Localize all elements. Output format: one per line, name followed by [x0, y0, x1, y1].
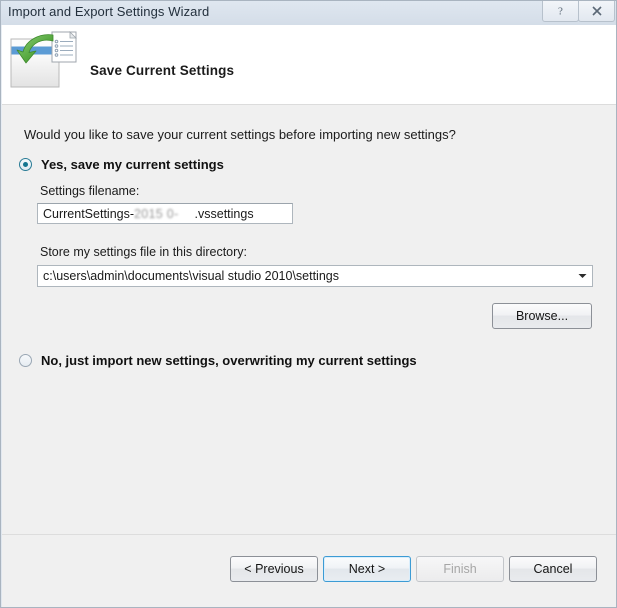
radio-label-yes-save: Yes, save my current settings [41, 157, 224, 172]
settings-filename-input[interactable]: CurrentSettings-2015 0- .vssettings [37, 203, 293, 224]
previous-button[interactable]: < Previous [230, 556, 318, 582]
wizard-footer: < Previous Next > Finish Cancel Lzl678 [2, 534, 616, 607]
settings-directory-value: c:\users\admin\documents\visual studio 2… [43, 269, 339, 283]
wizard-body: Would you like to save your current sett… [2, 105, 616, 534]
page-title: Save Current Settings [90, 63, 235, 78]
window-title: Import and Export Settings Wizard [8, 4, 210, 19]
radio-icon-unselected[interactable] [19, 354, 32, 367]
filename-prefix: CurrentSettings- [43, 207, 135, 221]
caption-button-group: ? [542, 1, 615, 22]
cancel-button[interactable]: Cancel [509, 556, 597, 582]
radio-icon-selected[interactable] [19, 158, 32, 171]
title-bar: Import and Export Settings Wizard ? [1, 1, 616, 25]
chevron-down-icon[interactable] [572, 266, 592, 286]
filename-extension: .vssettings [194, 207, 254, 221]
prompt-text: Would you like to save your current sett… [24, 127, 456, 142]
radio-option-yes-save[interactable]: Yes, save my current settings [19, 157, 224, 172]
settings-filename-label: Settings filename: [40, 184, 140, 198]
svg-text:?: ? [558, 6, 563, 18]
next-button[interactable]: Next > [323, 556, 411, 582]
settings-directory-label: Store my settings file in this directory… [40, 245, 248, 259]
radio-label-no-overwrite: No, just import new settings, overwritin… [41, 353, 417, 368]
settings-directory-combobox[interactable]: c:\users\admin\documents\visual studio 2… [37, 265, 593, 287]
help-button[interactable]: ? [542, 1, 579, 22]
close-icon[interactable] [578, 1, 615, 22]
wizard-header: Save Current Settings [2, 25, 616, 105]
import-export-settings-icon [10, 30, 78, 92]
filename-obscured-separator: - [174, 207, 179, 221]
filename-obscured-date: 2015 0 [134, 207, 175, 221]
browse-button[interactable]: Browse... [492, 303, 592, 329]
finish-button: Finish [416, 556, 504, 582]
wizard-window: Import and Export Settings Wizard ? Save… [0, 0, 617, 608]
radio-option-no-overwrite[interactable]: No, just import new settings, overwritin… [19, 353, 417, 368]
